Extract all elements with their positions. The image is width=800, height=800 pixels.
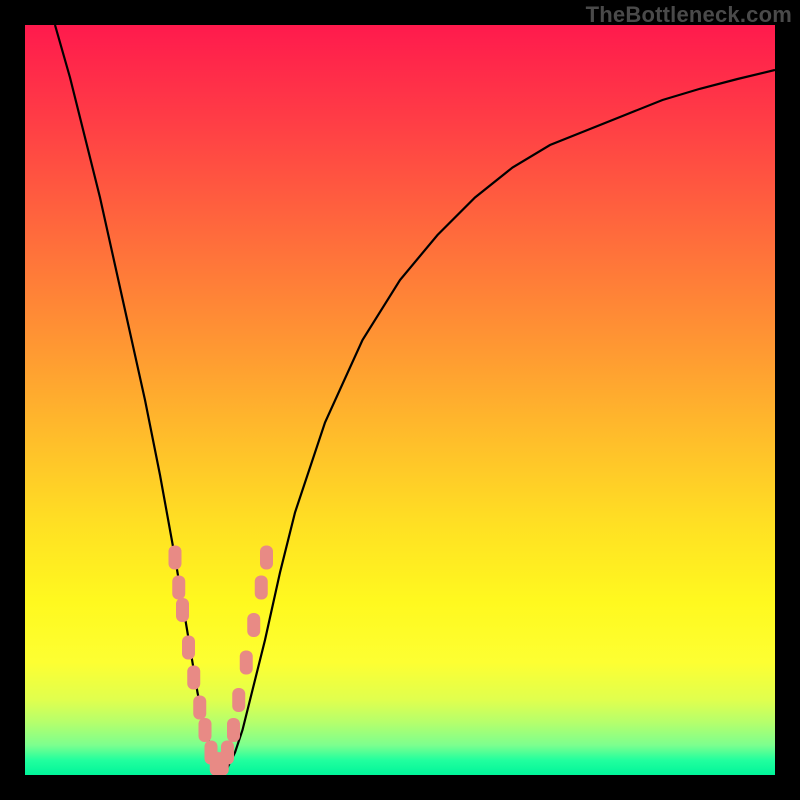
curve-marker (193, 696, 206, 720)
curve-marker (227, 718, 240, 742)
curve-marker (255, 576, 268, 600)
curve-marker (199, 718, 212, 742)
curve-marker (169, 546, 182, 570)
curve-marker (221, 741, 234, 765)
curve-marker (260, 546, 273, 570)
watermark-text: TheBottleneck.com (586, 2, 792, 28)
curve-markers (169, 546, 274, 776)
curve-marker (240, 651, 253, 675)
plot-area (25, 25, 775, 775)
bottleneck-curve-svg (25, 25, 775, 775)
curve-marker (187, 666, 200, 690)
bottleneck-curve-path (55, 25, 775, 768)
curve-marker (172, 576, 185, 600)
curve-marker (232, 688, 245, 712)
curve-marker (176, 598, 189, 622)
chart-frame: TheBottleneck.com (0, 0, 800, 800)
curve-marker (182, 636, 195, 660)
curve-marker (247, 613, 260, 637)
